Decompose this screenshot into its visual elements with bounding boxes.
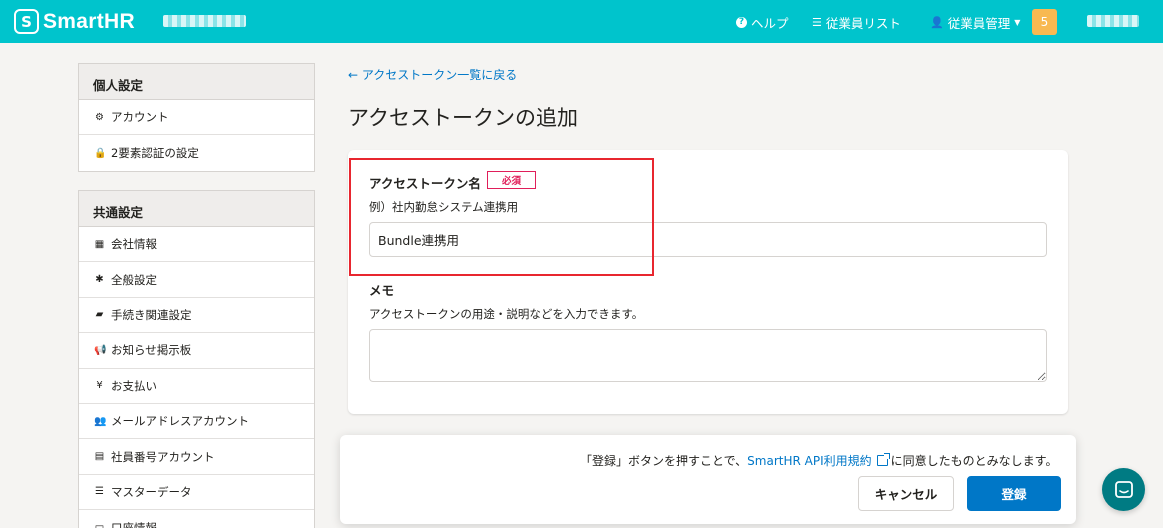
memo-label: メモ [369, 283, 395, 298]
sidebar-heading-common: 共通設定 [79, 191, 314, 227]
yen-icon: ¥ [96, 380, 103, 392]
employee-management-label: 従業員管理 [947, 16, 1011, 31]
lock-icon: 🔒 [94, 147, 107, 159]
notification-badge[interactable]: 5 [1032, 9, 1057, 35]
consent-prefix: 「登録」ボタンを押すことで、 [580, 454, 748, 468]
arrow-left-icon: ← [348, 68, 359, 82]
sidebar-item-email-accounts[interactable]: 👥 メールアドレスアカウント [79, 404, 314, 440]
sidebar-item-procedure-settings[interactable]: ▰ 手続き関連設定 [79, 298, 314, 334]
sidebar-item-general-settings[interactable]: ✱ 全般設定 [79, 262, 314, 298]
building-icon: ▦ [94, 238, 105, 250]
list-icon: ☰ [812, 16, 822, 29]
page-title: アクセストークンの追加 [348, 106, 578, 130]
consent-suffix: に同意したものとみなします。 [890, 454, 1058, 468]
id-card-icon: ▤ [94, 451, 105, 463]
sidebar-item-label: 社員番号アカウント [111, 449, 215, 464]
logo-text: SmartHR [43, 9, 135, 33]
sidebar-item-company-info[interactable]: ▦ 会社情報 [79, 227, 314, 263]
logo-mark: S [14, 9, 39, 34]
external-link-icon [876, 453, 890, 466]
sidebar-item-master-data[interactable]: ☰ マスターデータ [79, 475, 314, 511]
sidebar-item-label: マスターデータ [111, 484, 192, 499]
user-name-redacted[interactable] [1087, 15, 1139, 27]
sidebar-common-settings: 共通設定 ▦ 会社情報 ✱ 全般設定 ▰ 手続き関連設定 📢 お知らせ掲示板 ¥… [78, 190, 315, 528]
card-icon: ▭ [94, 522, 105, 528]
sidebar-item-label: 全般設定 [111, 272, 157, 287]
question-circle-icon: ? [736, 17, 747, 28]
memo-hint: アクセストークンの用途・説明などを入力できます。 [369, 307, 644, 321]
back-to-token-list-link[interactable]: ← アクセストークン一覧に戻る [348, 66, 517, 83]
sidebar-personal-settings: 個人設定 ⚙ アカウント 🔒 2要素認証の設定 [78, 63, 315, 172]
sidebar-heading-personal: 個人設定 [79, 64, 314, 100]
token-name-label: アクセストークン名 [369, 176, 481, 191]
memo-textarea[interactable] [369, 329, 1047, 382]
api-terms-link-label: SmartHR API利用規約 [747, 454, 872, 468]
smarthr-logo[interactable]: S SmartHR [14, 9, 135, 34]
sidebar-item-two-factor[interactable]: 🔒 2要素認証の設定 [79, 135, 314, 170]
employee-management-menu[interactable]: 👤 従業員管理 ▼ [930, 13, 1020, 32]
book-icon: ▰ [95, 309, 104, 321]
user-icon: 👤 [930, 16, 944, 29]
submit-button[interactable]: 登録 [967, 476, 1061, 511]
sidebar-item-label: 手続き関連設定 [111, 307, 192, 322]
help-label: ヘルプ [751, 16, 789, 31]
megaphone-icon: 📢 [94, 344, 107, 356]
caret-down-icon: ▼ [1014, 18, 1021, 27]
back-link-label: アクセストークン一覧に戻る [361, 68, 518, 82]
sidebar-item-label: お知らせ掲示板 [111, 343, 192, 358]
token-name-hint: 例）社内勤怠システム連携用 [369, 200, 519, 214]
database-icon: ☰ [95, 486, 104, 498]
sidebar-item-label: お支払い [111, 378, 157, 393]
sidebar-item-employee-number-accounts[interactable]: ▤ 社員番号アカウント [79, 439, 314, 475]
chat-icon [1114, 480, 1133, 498]
cancel-button[interactable]: キャンセル [858, 476, 954, 511]
sidebar-item-label: 会社情報 [111, 237, 157, 252]
sidebar-item-label: メールアドレスアカウント [111, 414, 249, 429]
chat-support-button[interactable] [1102, 468, 1145, 511]
help-link[interactable]: ? ヘルプ [736, 13, 789, 32]
users-icon: 👥 [94, 415, 107, 427]
top-navigation-bar: S SmartHR ? ヘルプ ☰ 従業員リスト 👤 従業員管理 ▼ 5 [0, 0, 1163, 43]
form-action-bar [340, 435, 1076, 524]
terms-consent-text: 「登録」ボタンを押すことで、SmartHR API利用規約 に同意したものとみなし… [580, 452, 1057, 469]
gear-icon: ⚙ [95, 111, 104, 123]
token-name-input[interactable] [369, 222, 1047, 257]
api-terms-link[interactable]: SmartHR API利用規約 [747, 453, 890, 468]
sidebar-item-bank-account[interactable]: ▭ 口座情報 [79, 510, 314, 528]
asterisk-icon: ✱ [95, 274, 104, 286]
sidebar-item-label: 口座情報 [111, 520, 157, 528]
employee-list-link[interactable]: ☰ 従業員リスト [812, 13, 901, 32]
sidebar-item-label: アカウント [111, 110, 169, 125]
employee-list-label: 従業員リスト [825, 16, 901, 31]
sidebar-item-payment[interactable]: ¥ お支払い [79, 369, 314, 404]
company-name-redacted [163, 15, 246, 27]
sidebar-item-account[interactable]: ⚙ アカウント [79, 100, 314, 136]
sidebar-item-label: 2要素認証の設定 [111, 146, 199, 161]
sidebar-item-notice-board[interactable]: 📢 お知らせ掲示板 [79, 333, 314, 369]
required-badge: 必須 [487, 171, 536, 189]
